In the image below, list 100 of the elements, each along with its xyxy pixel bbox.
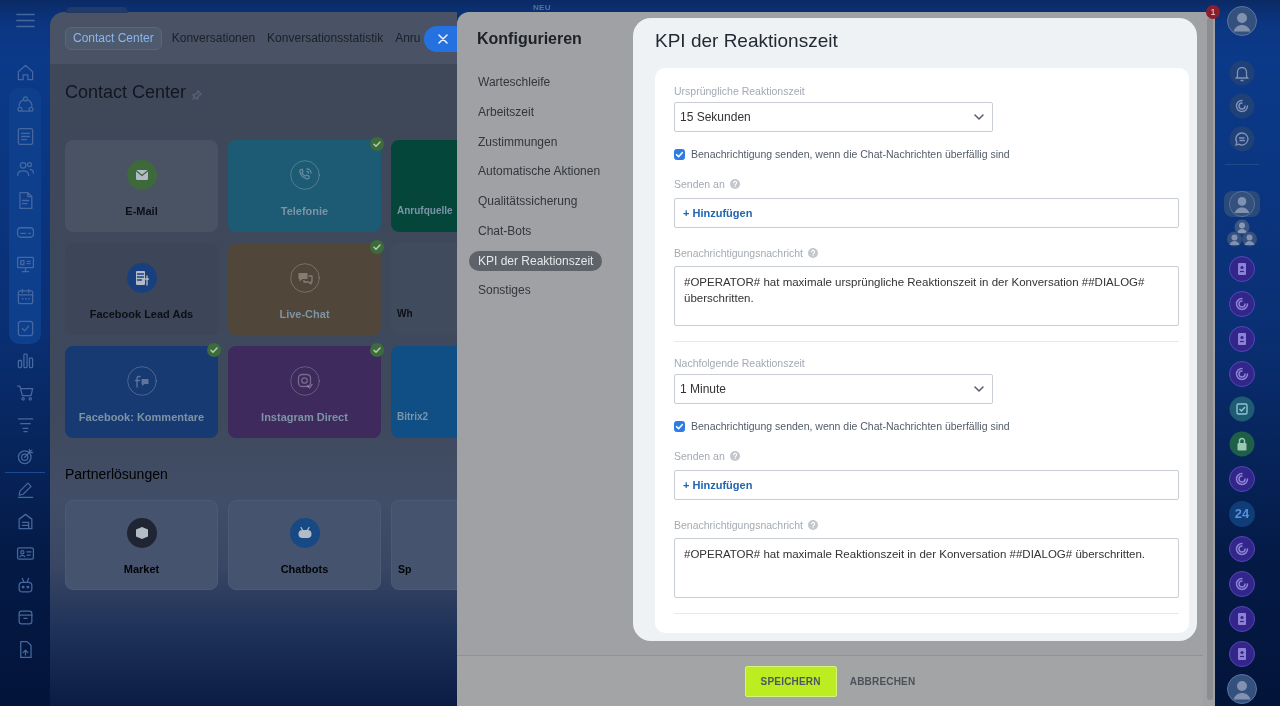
avatar-icon[interactable]	[1229, 191, 1255, 217]
lock-icon[interactable]	[1229, 430, 1255, 457]
selected-chat-tile[interactable]	[1224, 191, 1260, 217]
partner-tile[interactable]: Market	[65, 500, 218, 590]
chevron-down-icon	[974, 386, 984, 392]
page-tab[interactable]: Konversationen	[165, 26, 262, 50]
help-icon[interactable]	[729, 451, 740, 461]
box-icon	[126, 518, 157, 548]
checkbox-label: Benachrichtigung senden, wenn die Chat-Nachrichten überfällig sind	[691, 420, 1010, 432]
presentation-icon[interactable]	[15, 254, 35, 274]
close-icon	[437, 34, 448, 44]
avatar-icon[interactable]	[1227, 673, 1257, 704]
add-link[interactable]: + Hinzufügen	[683, 207, 753, 219]
swirl-icon[interactable]	[1229, 290, 1255, 317]
tile-label: Live-Chat	[279, 307, 330, 321]
field-label: Senden an	[674, 449, 725, 463]
time-select[interactable]: 1 Minute	[674, 374, 993, 404]
settings-menu-item[interactable]: KPI der Reaktionszeit	[469, 250, 603, 271]
page-tab[interactable]: Anru	[389, 26, 427, 50]
channel-tile[interactable]: Bitrix2	[391, 346, 457, 438]
field-label: Ursprüngliche Reaktionszeit	[674, 84, 806, 98]
settings-menu-item[interactable]: Sonstiges	[469, 280, 540, 301]
recipients-field[interactable]: + Hinzufügen	[674, 470, 1179, 500]
cycle-icon[interactable]	[15, 94, 35, 114]
tile-label: Sp	[398, 562, 412, 576]
tile-label: Bitrix2	[397, 410, 429, 424]
settings-menu-item[interactable]: Qualitätssicherung	[469, 191, 587, 211]
message-field[interactable]: #OPERATOR# hat maximale ursprüngliche Reaktionszeit in der Konversation ##DIALOG# überschritten.	[674, 266, 1179, 326]
tile-label: Anrufquelle	[397, 204, 453, 218]
field-label: Nachfolgende Reaktionszeit	[674, 356, 806, 370]
partner-tile[interactable]: Sp	[391, 500, 457, 590]
swirl-icon[interactable]	[1229, 360, 1255, 387]
tile-label: Facebook Lead Ads	[89, 307, 194, 321]
channel-tile[interactable]: Anrufquelle	[391, 140, 457, 232]
calendar-icon[interactable]	[15, 286, 35, 306]
swirl-icon[interactable]	[1229, 535, 1255, 562]
camera-icon	[289, 366, 320, 396]
tile-label: Wh	[397, 307, 413, 321]
settings-menu-item[interactable]: Zustimmungen	[469, 131, 567, 152]
new-label: NEU	[533, 3, 551, 12]
envelope-icon	[126, 160, 157, 190]
contact-book-icon[interactable]	[1229, 605, 1255, 632]
page-title: Contact Center	[65, 81, 187, 103]
tile-label: Chatbots	[280, 562, 329, 576]
task-list-icon[interactable]	[15, 126, 35, 146]
cancel-button[interactable]: ABBRECHEN	[849, 665, 916, 697]
settings-menu-item[interactable]: Arbeitszeit	[469, 101, 544, 122]
checkbox[interactable]	[674, 148, 685, 160]
tile-label: Telefonie	[280, 204, 329, 218]
time-select[interactable]: 15 Sekunden	[674, 102, 993, 132]
checkbox-label: Benachrichtigung senden, wenn die Chat-Nachrichten überfällig sind	[691, 148, 1010, 160]
checkbox[interactable]	[674, 420, 685, 432]
form-icon	[126, 263, 157, 293]
header-tab-background	[66, 7, 128, 13]
field-label: Senden an	[674, 177, 725, 191]
tile-label: Market	[123, 562, 160, 576]
field-label: Benachrichtigungsnachricht	[674, 518, 803, 532]
recipients-field[interactable]: + Hinzufügen	[674, 198, 1179, 228]
swirl-icon[interactable]	[1229, 570, 1255, 597]
contact-book-icon[interactable]	[1229, 640, 1255, 667]
page-tab[interactable]: Konversationsstatistik	[261, 26, 390, 50]
tile-label: E-Mail	[125, 204, 158, 218]
checklist-icon[interactable]	[1229, 395, 1255, 422]
contact-book-icon[interactable]	[1229, 325, 1255, 352]
field-label: Benachrichtigungsnachricht	[674, 246, 803, 260]
message-field[interactable]: #OPERATOR# hat maximale Reaktionszeit in der Konversation ##DIALOG# überschritten.	[674, 538, 1179, 598]
page-tab[interactable]: Contact Center	[65, 26, 162, 50]
group-avatar-icon[interactable]	[1227, 219, 1257, 247]
channel-tile[interactable]: E-Mail	[65, 140, 218, 232]
notification-badge: 1	[1206, 5, 1220, 19]
home-icon[interactable]	[15, 62, 35, 82]
panel-title: Konfigurieren	[477, 29, 583, 49]
settings-menu-item[interactable]: Warteschleife	[469, 72, 560, 92]
tile-label: Instagram Direct	[261, 410, 348, 424]
section-heading: Partnerlösungen	[65, 465, 169, 483]
comment-icon	[126, 366, 157, 396]
save-button[interactable]: SPEICHERN	[744, 665, 837, 697]
chat-icon[interactable]	[1229, 125, 1255, 152]
channel-tile[interactable]: Facebook Lead Ads	[65, 243, 218, 335]
channel-tile[interactable]: Facebook: Kommentare	[65, 346, 218, 438]
channel-tile[interactable]: Instagram Direct	[228, 346, 381, 438]
help-icon[interactable]	[729, 179, 740, 189]
swirl-icon[interactable]	[1229, 465, 1255, 492]
settings-menu-item[interactable]: Automatische Aktionen	[469, 161, 610, 182]
help-icon[interactable]	[808, 520, 818, 530]
scrollbar-thumb[interactable]	[1207, 18, 1213, 700]
target-icon[interactable]	[15, 446, 35, 466]
avatar-icon[interactable]	[1227, 6, 1257, 36]
bell-icon[interactable]	[1229, 59, 1255, 86]
settings-menu-item[interactable]: Chat-Bots	[469, 220, 541, 241]
contact-book-icon[interactable]	[1229, 255, 1255, 282]
partner-tile[interactable]: Chatbots	[228, 500, 381, 590]
channel-tile[interactable]: Live-Chat	[228, 243, 381, 335]
add-link[interactable]: + Hinzufügen	[683, 479, 753, 491]
close-button[interactable]	[424, 26, 457, 52]
app-shortcut[interactable]: 24	[1229, 500, 1255, 527]
checkbox-icon[interactable]	[15, 318, 35, 338]
swirl-icon[interactable]	[1229, 92, 1255, 119]
channel-tile[interactable]: Telefonie	[228, 140, 381, 232]
help-icon[interactable]	[808, 248, 818, 258]
